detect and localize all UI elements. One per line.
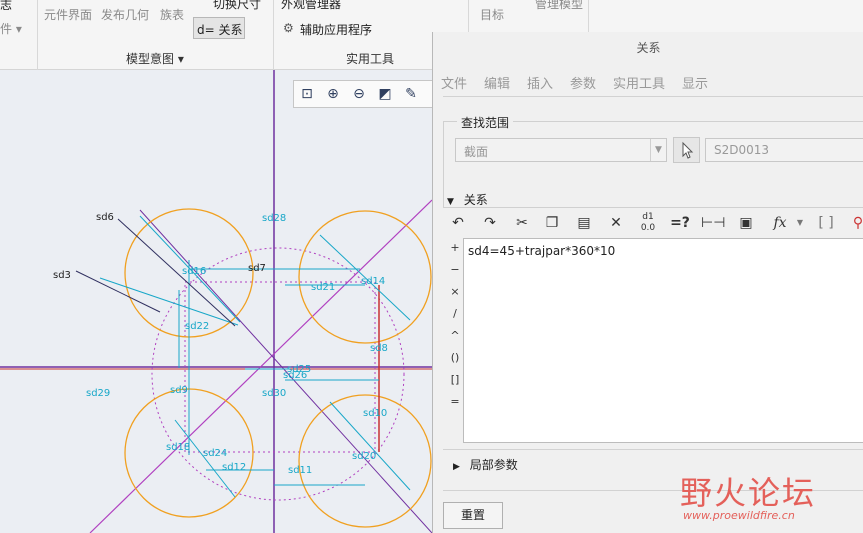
zoom-out-icon[interactable]: ⊖ — [349, 84, 369, 104]
dim-label: sd24 — [203, 448, 227, 459]
paste-icon[interactable]: ▤ — [573, 212, 595, 234]
leader-line — [117, 218, 236, 327]
lookup-scope-label: 查找范围 — [457, 114, 514, 131]
aux-apps-button[interactable]: 辅助应用程序 — [300, 21, 372, 38]
dim-label: sd11 — [288, 465, 312, 476]
copy-icon[interactable]: ❐ — [541, 212, 563, 234]
aux-apps-icon: ⚙ — [283, 21, 294, 35]
check-icon[interactable]: ⚲ — [847, 212, 863, 234]
publish-geometry-button[interactable]: 发布几何 — [101, 6, 149, 23]
dim-label: sd20 — [352, 451, 376, 462]
op-equals[interactable]: = — [445, 392, 465, 412]
op-divide[interactable]: / — [445, 304, 465, 324]
watermark-brand: 野火论坛 — [680, 474, 817, 512]
switch-dimensions-button[interactable]: 切换尺寸 — [213, 0, 261, 12]
dim-label: sd8 — [370, 343, 388, 354]
dim-label: sd12 — [222, 462, 246, 473]
menu-insert[interactable]: 插入 — [527, 73, 553, 92]
dim-label: sd6 — [96, 212, 114, 223]
cut-icon[interactable]: ✂ — [511, 212, 533, 234]
op-multiply[interactable]: × — [445, 282, 465, 302]
view-toolbar: ⊡ ⊕ ⊖ ◩ ✎ — [293, 80, 433, 108]
ribbon-clipped-mid: 件 ▾ — [0, 22, 22, 36]
menu-parameters[interactable]: 参数 — [570, 73, 596, 92]
relations-label: 关系 — [463, 193, 488, 207]
relations-editor[interactable]: sd4=45+trajpar*360*10 — [463, 238, 863, 443]
divider — [443, 96, 863, 97]
dim-label: sd14 — [361, 276, 385, 287]
local-params-header[interactable]: ▶ 局部参数 — [453, 456, 518, 473]
dim-label: sd7 — [248, 263, 266, 274]
relations-dialog: 关系 文件 编辑 插入 参数 实用工具 显示 查找范围 截面 ▼ S2D0013… — [432, 32, 863, 533]
relations-section-header[interactable]: ▼ 关系 — [447, 191, 488, 208]
appearance-manager-button[interactable]: 外观管理器 — [281, 0, 341, 12]
dim-label: sd28 — [262, 213, 286, 224]
menu-file[interactable]: 文件 — [441, 73, 467, 92]
dim-label: sd16 — [182, 266, 206, 277]
dim-label: sd26 — [283, 370, 307, 381]
ribbon-clipped-top: 志 — [0, 0, 13, 12]
repaint-icon[interactable]: ◩ — [375, 84, 395, 104]
display-style-icon[interactable]: ✎ — [401, 84, 421, 104]
verify-icon[interactable]: =? — [669, 212, 691, 234]
select-section-button[interactable] — [673, 137, 700, 163]
relations-button[interactable]: d= 关系 — [197, 21, 243, 38]
op-power[interactable]: ^ — [445, 326, 465, 346]
op-brackets[interactable]: [] — [445, 370, 465, 390]
dim-label: sd22 — [185, 321, 209, 332]
zoom-in-icon[interactable]: ⊕ — [323, 84, 343, 104]
dialog-title: 关系 — [433, 32, 863, 64]
local-params-label: 局部参数 — [469, 458, 518, 472]
delete-icon[interactable]: ✕ — [605, 212, 627, 234]
dim-label: sd30 — [262, 388, 286, 399]
ribbon-separator — [37, 0, 38, 70]
group-utilities: 实用工具 — [346, 52, 395, 66]
ribbon-separator — [273, 0, 274, 70]
redo-icon[interactable]: ↷ — [479, 212, 501, 234]
dim-label: sd21 — [311, 282, 335, 293]
sketch-drawing: sd6 sd3 sd28 sd7 sd16 sd14 sd21 sd22 sd8… — [0, 70, 432, 533]
dim-label: sd3 — [53, 270, 71, 281]
leader-line — [75, 270, 161, 313]
divider — [443, 449, 863, 450]
chevron-down-icon[interactable]: ▼ — [789, 212, 811, 234]
scope-value: 截面 — [464, 145, 489, 159]
op-plus[interactable]: + — [445, 238, 465, 258]
reset-button[interactable]: 重置 — [443, 502, 503, 529]
brackets-icon[interactable]: [ ] — [815, 212, 837, 234]
dim-label: sd18 — [166, 442, 190, 453]
refit-icon[interactable]: ⊡ — [297, 84, 317, 104]
cursor-arrow-icon — [682, 141, 694, 159]
section-name: S2D0013 — [714, 143, 770, 157]
menu-show[interactable]: 显示 — [682, 73, 708, 92]
chevron-down-icon: ▼ — [650, 139, 666, 161]
dim-label: sd9 — [170, 385, 188, 396]
watermark-url: www.proewildfire.cn — [683, 509, 795, 522]
family-table-button[interactable]: 族表 — [160, 6, 184, 23]
group-model-intent[interactable]: 模型意图 ▾ — [126, 50, 184, 67]
op-parentheses[interactable]: () — [445, 348, 465, 368]
dimension-icon[interactable]: ⊢⊣ — [701, 212, 725, 234]
scope-select[interactable]: 截面 ▼ — [455, 138, 667, 162]
sort-icon[interactable]: ▣ — [735, 212, 757, 234]
op-minus[interactable]: − — [445, 260, 465, 280]
lookup-scope-group — [443, 121, 863, 208]
collapse-triangle-icon: ▼ — [447, 197, 454, 207]
evaluate-icon[interactable]: d1 0.0 — [637, 212, 659, 234]
graphics-canvas[interactable]: sd6 sd3 sd28 sd7 sd16 sd14 sd21 sd22 sd8… — [0, 70, 432, 533]
dim-label: sd10 — [363, 408, 387, 419]
relation-line[interactable]: sd4=45+trajpar*360*10 — [468, 244, 615, 258]
menu-edit[interactable]: 编辑 — [484, 73, 510, 92]
manage-model-button[interactable]: 管理模型 — [535, 0, 583, 12]
target-button[interactable]: 目标 — [480, 6, 504, 23]
undo-icon[interactable]: ↶ — [447, 212, 469, 234]
section-name-field[interactable]: S2D0013 — [705, 138, 863, 162]
expand-triangle-icon: ▶ — [453, 462, 460, 472]
function-icon[interactable]: fx — [769, 212, 791, 234]
component-interface-button[interactable]: 元件界面 — [44, 6, 92, 23]
dim-label: sd29 — [86, 388, 110, 399]
menu-utilities[interactable]: 实用工具 — [613, 73, 665, 92]
